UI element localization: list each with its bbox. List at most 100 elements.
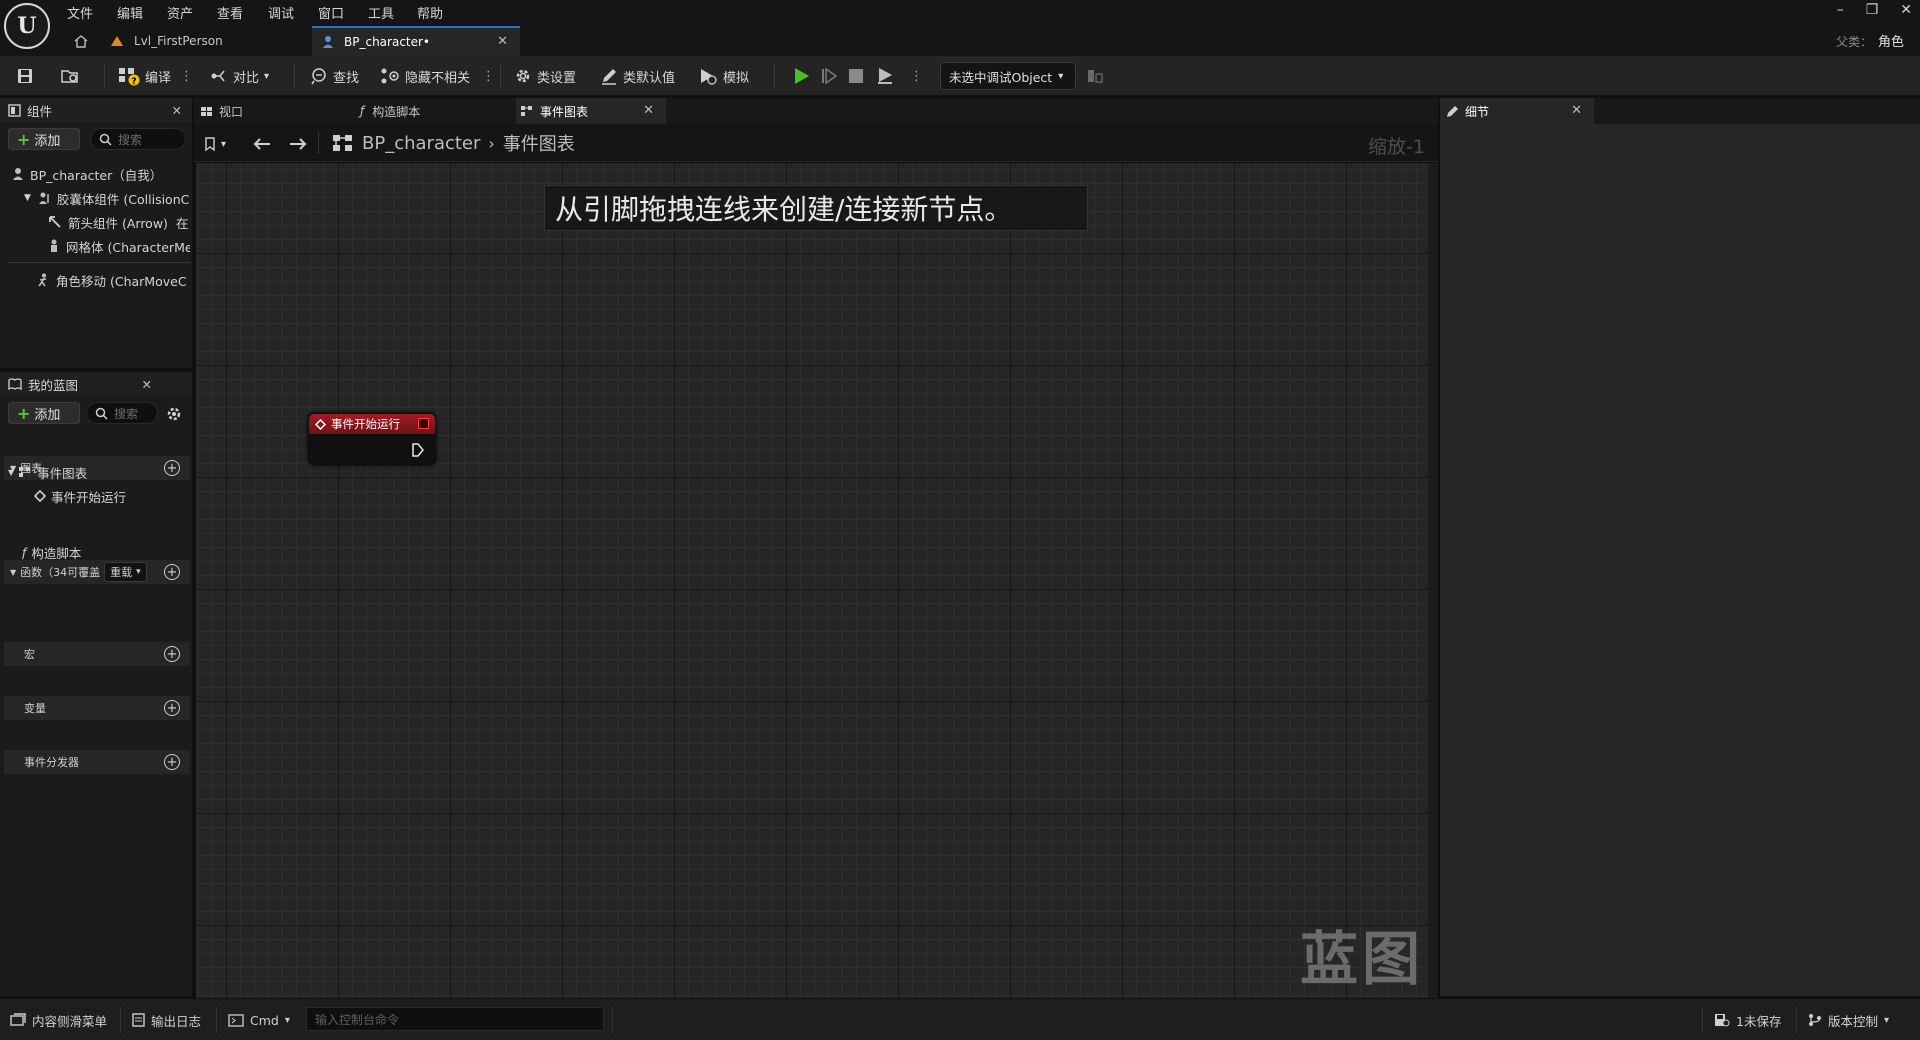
stop-button[interactable] [844,62,868,90]
gear-icon [514,67,532,85]
hide-unrelated-button[interactable]: 隐藏不相关 [376,62,474,90]
tab-blueprint[interactable]: BP_character• ✕ [312,26,520,56]
unreal-logo-icon[interactable]: U [4,3,50,49]
event-begin-play-item[interactable]: 事件开始运行 [34,484,188,508]
menu-debug[interactable]: 调试 [268,2,294,22]
menu-help[interactable]: 帮助 [417,2,443,22]
hide-options-icon[interactable]: ⋮ [478,62,499,90]
event-graph-canvas[interactable] [196,163,1436,998]
toolbar: ? 编译 ⋮ 对比 ▾ 查找 隐藏不相关 ⋮ 类设置 类默认值 模拟 ⋮ 未选中… [0,56,1920,96]
component-mesh[interactable]: 网格体 (CharacterMe [48,234,190,258]
tab-construction[interactable]: ƒ 构造脚本 [360,98,510,124]
chevron-down-icon: ▾ [264,70,270,82]
event-begin-play-node[interactable]: 事件开始运行 [308,413,436,465]
output-log-button[interactable]: 输出日志 [132,1007,201,1033]
home-icon[interactable] [72,32,90,50]
graph-navbar: ▾ BP_character › 事件图表 [194,124,1438,162]
parent-class-label: 父类： [1835,35,1872,49]
save-button[interactable] [12,62,38,90]
menu-asset[interactable]: 资产 [167,2,193,22]
override-dropdown[interactable]: 重载 ▾ [104,562,147,582]
component-root[interactable]: BP_character（自我） [12,162,190,186]
category-macros[interactable]: 宏 + [4,642,190,666]
compile-options-icon[interactable]: ⋮ [176,62,197,90]
add-variable-icon[interactable]: + [164,700,180,716]
close-icon[interactable]: ✕ [1571,103,1582,118]
tab-details[interactable]: 细节 ✕ [1440,98,1594,124]
play-options-icon[interactable]: ⋮ [906,62,927,90]
content-drawer-button[interactable]: 内容侧滑菜单 [10,1007,107,1033]
delegate-pin[interactable] [418,418,429,429]
category-variables[interactable]: 变量 + [4,696,190,720]
add-macro-icon[interactable]: + [164,646,180,662]
browse-button[interactable] [56,62,84,90]
diff-button[interactable]: 对比 ▾ [206,62,273,90]
menu-window[interactable]: 窗口 [318,2,344,22]
minimize-icon[interactable]: – [1837,2,1844,18]
menu-view[interactable]: 查看 [217,2,243,22]
close-icon[interactable]: ✕ [497,34,508,49]
event-label: 事件开始运行 [51,489,127,505]
bookmark-button[interactable]: ▾ [200,130,230,158]
add-dispatcher-icon[interactable]: + [164,754,180,770]
close-icon[interactable]: ✕ [172,103,182,118]
step-button[interactable] [816,62,842,90]
character-icon [12,167,24,181]
chevron-right-icon: › [488,133,495,153]
settings-gear-icon[interactable] [164,404,184,424]
close-icon[interactable]: ✕ [142,377,152,392]
details-tab-strip [1594,98,1920,124]
components-title: 组件 [27,103,53,119]
add-component-button[interactable]: + 添加 [8,128,80,150]
component-label: 箭头组件 (Arrow) [68,215,168,231]
source-control-button[interactable]: 版本控制 ▾ [1808,1007,1889,1033]
category-dispatchers[interactable]: 事件分发器 + [4,750,190,774]
blueprint-watermark: 蓝图 [1300,925,1425,993]
tab-label: 视口 [219,104,244,119]
play-icon [792,67,810,85]
tab-event-graph[interactable]: 事件图表 ✕ [516,98,666,124]
find-button[interactable]: 查找 [306,62,363,90]
unsaved-label: 1未保存 [1736,1013,1782,1029]
component-movement[interactable]: 角色移动 (CharMoveC [36,268,190,292]
close-window-icon[interactable]: ✕ [1900,2,1912,18]
class-defaults-button[interactable]: 类默认值 [596,62,679,90]
component-capsule[interactable]: ▼ 胶囊体组件 (CollisionC [24,186,190,210]
breadcrumb-graph[interactable]: 事件图表 [503,130,575,156]
editor-tab-strip: 视口 ƒ 构造脚本 事件图表 ✕ [194,98,1438,124]
unsaved-button[interactable]: 1未保存 [1714,1007,1781,1033]
debug-object-select[interactable]: 未选中调试Object ▾ [940,62,1076,90]
back-button[interactable] [248,130,276,158]
console-command-input[interactable]: 输入控制台命令 [306,1007,604,1031]
menu-file[interactable]: 文件 [67,2,93,22]
add-function-icon[interactable]: + [164,564,180,580]
breadcrumb-blueprint[interactable]: BP_character [362,133,480,154]
component-search-input[interactable]: 搜索 [90,128,186,150]
function-construction-script[interactable]: ƒ 构造脚本 [22,540,188,564]
cmd-selector[interactable]: Cmd ▾ [228,1007,290,1033]
simulate-button[interactable]: 模拟 [694,62,753,90]
tab-viewport[interactable]: 视口 [194,98,334,124]
menu-edit[interactable]: 编辑 [117,2,143,22]
parent-class-value[interactable]: 角色 [1878,35,1904,50]
close-icon[interactable]: ✕ [643,103,654,118]
compile-button[interactable]: ? 编译 [114,62,175,90]
divider [1702,1007,1703,1033]
graph-event-graph[interactable]: ▼ 事件图表 [8,460,188,484]
restore-icon[interactable]: ❐ [1866,2,1879,18]
exec-output-pin[interactable] [411,443,425,457]
divider [120,1007,121,1033]
class-settings-button[interactable]: 类设置 [510,62,580,90]
menu-tools[interactable]: 工具 [368,2,394,22]
add-member-button[interactable]: + 添加 [8,402,80,424]
play-button[interactable] [788,62,814,90]
eject-button[interactable] [872,62,898,90]
debug-filter-button[interactable] [1082,62,1108,90]
blueprint-search-input[interactable]: 搜索 [86,402,158,424]
class-defaults-label: 类默认值 [623,70,676,86]
chevron-down-icon: ▾ [221,138,227,150]
debug-filter-icon [1086,68,1104,84]
tab-level[interactable]: Lvl_FirstPerson [100,26,306,56]
forward-button[interactable] [284,130,312,158]
component-arrow[interactable]: 箭头组件 (Arrow) 在 [48,210,190,234]
